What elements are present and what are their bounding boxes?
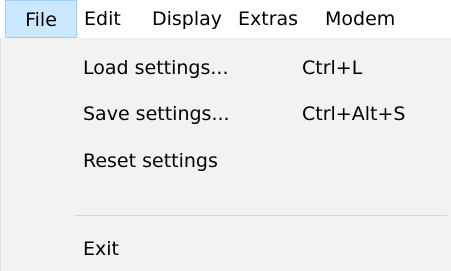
menu-item-save-settings[interactable]: Save settings... Ctrl+Alt+S: [1, 92, 451, 136]
menu-display[interactable]: Display: [152, 0, 222, 38]
menubar: File Edit Display Extras Modem: [0, 0, 451, 38]
menu-item-label: Exit: [83, 238, 119, 260]
menu-item-load-settings[interactable]: Load settings... Ctrl+L: [1, 46, 451, 90]
menu-item-reset-settings[interactable]: Reset settings: [1, 139, 451, 183]
menu-item-shortcut: Ctrl+Alt+S: [302, 103, 406, 125]
menu-item-exit[interactable]: Exit: [1, 227, 451, 271]
file-menu-dropdown: Load settings... Ctrl+L Save settings...…: [0, 38, 451, 271]
menu-item-label: Save settings...: [83, 103, 230, 125]
menu-item-label: Load settings...: [83, 57, 229, 79]
menu-modem[interactable]: Modem: [325, 0, 395, 38]
menu-item-label: Reset settings: [83, 150, 218, 172]
menu-edit[interactable]: Edit: [84, 0, 121, 38]
menu-extras[interactable]: Extras: [238, 0, 298, 38]
menu-separator: [75, 215, 447, 216]
menu-file[interactable]: File: [5, 0, 77, 38]
menu-item-shortcut: Ctrl+L: [302, 57, 363, 79]
